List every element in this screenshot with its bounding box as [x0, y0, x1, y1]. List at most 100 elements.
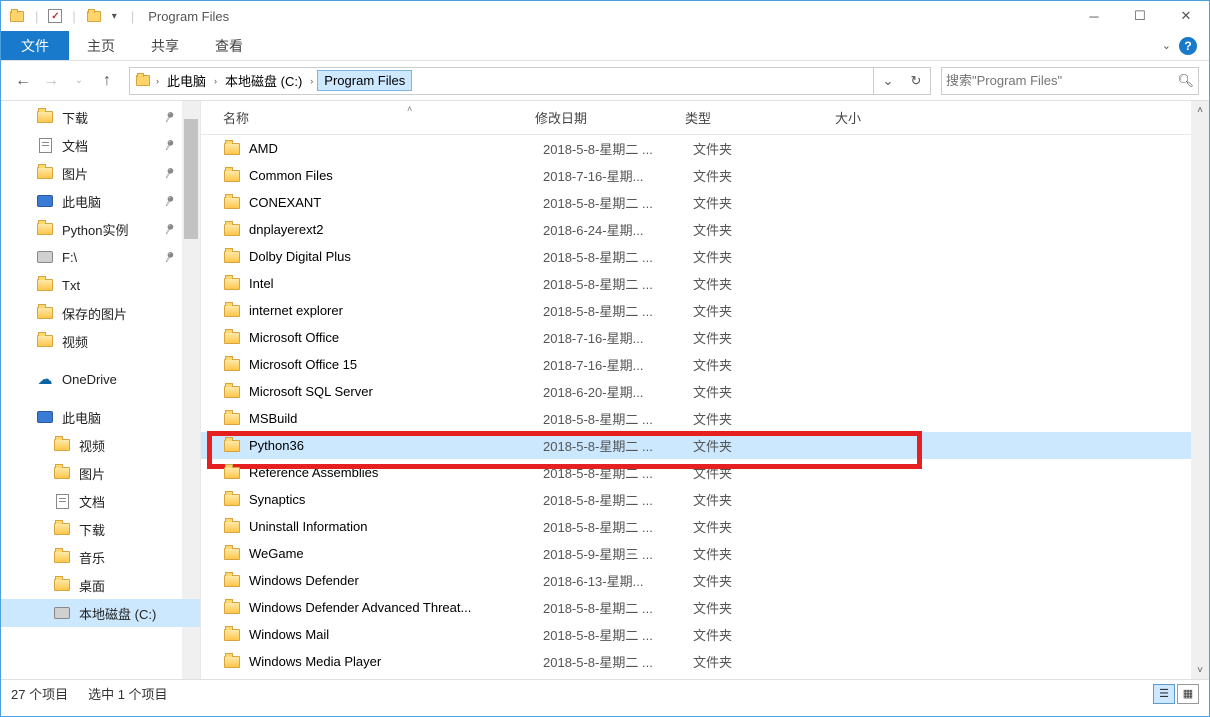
sidebar-item[interactable]: 视频 — [1, 327, 200, 355]
refresh-button[interactable]: ↻ — [902, 68, 930, 94]
col-date[interactable]: 修改日期 — [535, 108, 685, 127]
details-view-button[interactable]: ☰ — [1153, 684, 1175, 704]
ribbon-collapse-icon[interactable]: ⌄ — [1162, 39, 1171, 52]
sidebar-item[interactable]: 图片 — [1, 459, 200, 487]
search-input[interactable] — [946, 73, 1177, 88]
sidebar-item[interactable]: F:\📍︎ — [1, 243, 200, 271]
minimize-button[interactable]: ─ — [1071, 1, 1117, 31]
file-row[interactable]: Microsoft Office2018-7-16-星期...文件夹 — [201, 324, 1209, 351]
help-button[interactable]: ? — [1179, 37, 1197, 55]
sidebar-item[interactable]: 桌面 — [1, 571, 200, 599]
file-date: 2018-7-16-星期... — [543, 355, 693, 374]
onedrive-icon: ☁ — [36, 372, 54, 386]
sidebar-item[interactable]: Txt — [1, 271, 200, 299]
file-row[interactable]: Windows Media Player2018-5-8-星期二 ...文件夹 — [201, 648, 1209, 675]
file-list[interactable]: AMD2018-5-8-星期二 ...文件夹Common Files2018-7… — [201, 135, 1209, 679]
chevron-right-icon[interactable]: › — [306, 76, 317, 86]
sidebar-item[interactable]: 此电脑📍︎ — [1, 187, 200, 215]
sidebar-item[interactable]: 下载📍︎ — [1, 103, 200, 131]
sidebar-item[interactable]: 下载 — [1, 515, 200, 543]
pc-icon — [36, 410, 54, 424]
folder-icon — [223, 358, 241, 372]
sidebar-item[interactable]: 文档📍︎ — [1, 131, 200, 159]
file-list-scrollbar[interactable]: ˄ ˅ — [1191, 101, 1209, 679]
tab-home[interactable]: 主页 — [69, 31, 133, 60]
col-name[interactable]: 名称˄ — [215, 108, 535, 127]
crumb-current[interactable]: Program Files — [317, 70, 412, 91]
file-date: 2018-5-8-星期二 ... — [543, 490, 693, 509]
folder-icon — [223, 196, 241, 210]
chevron-right-icon[interactable]: › — [152, 76, 163, 86]
file-name: Windows Defender — [249, 573, 359, 588]
search-icon[interactable]: 🔍︎ — [1177, 73, 1194, 89]
tab-share[interactable]: 共享 — [133, 31, 197, 60]
sidebar-item-label: 本地磁盘 (C:) — [79, 604, 156, 623]
folder-icon — [223, 331, 241, 345]
forward-button[interactable]: → — [39, 69, 63, 93]
file-row[interactable]: MSBuild2018-5-8-星期二 ...文件夹 — [201, 405, 1209, 432]
address-bar[interactable]: › 此电脑 › 本地磁盘 (C:) › Program Files ⌄ ↻ — [129, 67, 931, 95]
qat-dropdown[interactable]: ▾ — [108, 11, 121, 22]
search-box[interactable]: 🔍︎ — [941, 67, 1199, 95]
up-button[interactable]: ↑ — [95, 69, 119, 93]
scroll-down-button[interactable]: ˅ — [1191, 661, 1209, 679]
col-size[interactable]: 大小 — [835, 108, 935, 127]
back-button[interactable]: ← — [11, 69, 35, 93]
sidebar-thispc[interactable]: 此电脑 — [1, 403, 200, 431]
file-row[interactable]: Microsoft SQL Server2018-6-20-星期...文件夹 — [201, 378, 1209, 405]
sidebar-item-label: 文档 — [62, 136, 88, 155]
sidebar-item[interactable]: 图片📍︎ — [1, 159, 200, 187]
window-controls: ─ ☐ ✕ — [1071, 1, 1209, 31]
sidebar-item[interactable]: 保存的图片 — [1, 299, 200, 327]
chevron-right-icon[interactable]: › — [210, 76, 221, 86]
sidebar-item[interactable]: 音乐 — [1, 543, 200, 571]
file-row[interactable]: Python362018-5-8-星期二 ...文件夹 — [201, 432, 1209, 459]
file-row[interactable]: Microsoft Office 152018-7-16-星期...文件夹 — [201, 351, 1209, 378]
file-row[interactable]: Reference Assemblies2018-5-8-星期二 ...文件夹 — [201, 459, 1209, 486]
sidebar-item[interactable]: 视频 — [1, 431, 200, 459]
file-row[interactable]: Intel2018-5-8-星期二 ...文件夹 — [201, 270, 1209, 297]
folder-icon — [53, 466, 71, 480]
file-row[interactable]: Windows Defender2018-6-13-星期...文件夹 — [201, 567, 1209, 594]
scroll-up-button[interactable]: ˄ — [1191, 101, 1209, 119]
file-row[interactable]: CONEXANT2018-5-8-星期二 ...文件夹 — [201, 189, 1209, 216]
sidebar-item[interactable]: Python实例📍︎ — [1, 215, 200, 243]
crumb-drive-c[interactable]: 本地磁盘 (C:) — [221, 71, 306, 90]
file-tab[interactable]: 文件 — [1, 31, 69, 60]
file-row[interactable]: dnplayerext22018-6-24-星期...文件夹 — [201, 216, 1209, 243]
file-row[interactable]: AMD2018-5-8-星期二 ...文件夹 — [201, 135, 1209, 162]
file-row[interactable]: Dolby Digital Plus2018-5-8-星期二 ...文件夹 — [201, 243, 1209, 270]
file-row[interactable]: Synaptics2018-5-8-星期二 ...文件夹 — [201, 486, 1209, 513]
statusbar: 27 个项目 选中 1 个项目 ☰ ▦ — [1, 679, 1209, 707]
properties-icon[interactable]: ✓ — [48, 9, 62, 23]
file-row[interactable]: Common Files2018-7-16-星期...文件夹 — [201, 162, 1209, 189]
sidebar-item-label: 音乐 — [79, 548, 105, 567]
col-type[interactable]: 类型 — [685, 108, 835, 127]
file-row[interactable]: WeGame2018-5-9-星期三 ...文件夹 — [201, 540, 1209, 567]
folder-icon — [36, 334, 54, 348]
file-row[interactable]: Windows Defender Advanced Threat...2018-… — [201, 594, 1209, 621]
sidebar-item[interactable]: 本地磁盘 (C:) — [1, 599, 200, 627]
doc-icon — [53, 494, 71, 508]
file-date: 2018-5-8-星期二 ... — [543, 517, 693, 536]
column-headers: 名称˄ 修改日期 类型 大小 — [201, 101, 1209, 135]
file-date: 2018-5-8-星期二 ... — [543, 193, 693, 212]
file-row[interactable]: Uninstall Information2018-5-8-星期二 ...文件夹 — [201, 513, 1209, 540]
file-type: 文件夹 — [693, 436, 843, 455]
icons-view-button[interactable]: ▦ — [1177, 684, 1199, 704]
folder-icon — [86, 8, 102, 24]
tab-view[interactable]: 查看 — [197, 31, 261, 60]
maximize-button[interactable]: ☐ — [1117, 1, 1163, 31]
file-type: 文件夹 — [693, 274, 843, 293]
crumb-thispc[interactable]: 此电脑 — [163, 71, 210, 90]
file-row[interactable]: Windows Mail2018-5-8-星期二 ...文件夹 — [201, 621, 1209, 648]
close-button[interactable]: ✕ — [1163, 1, 1209, 31]
history-dropdown[interactable]: ⌄ — [67, 69, 91, 93]
file-row[interactable]: internet explorer2018-5-8-星期二 ...文件夹 — [201, 297, 1209, 324]
sidebar-onedrive[interactable]: ☁ OneDrive — [1, 365, 200, 393]
file-type: 文件夹 — [693, 193, 843, 212]
address-dropdown[interactable]: ⌄ — [874, 68, 902, 94]
sidebar-item[interactable]: 文档 — [1, 487, 200, 515]
quick-access-toolbar: | ✓ | ▾ | Program Files — [1, 8, 229, 24]
folder-icon — [223, 277, 241, 291]
